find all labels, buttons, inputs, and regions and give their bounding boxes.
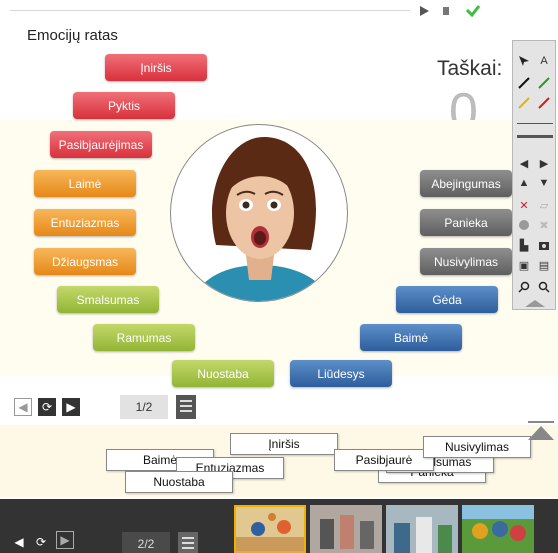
emotion-button-geda[interactable]: Gėda bbox=[396, 286, 498, 313]
emotion-button-entuziazmas[interactable]: Entuziazmas bbox=[34, 209, 136, 236]
emotion-button-nusivylimas[interactable]: Nusivylimas bbox=[420, 248, 512, 275]
zoom-out-icon[interactable] bbox=[535, 279, 553, 295]
emotion-button-baime[interactable]: Baimė bbox=[360, 324, 462, 351]
eraser-icon[interactable]: ▱ bbox=[535, 197, 553, 213]
check-icon[interactable] bbox=[465, 4, 481, 18]
thumbnail-students[interactable] bbox=[386, 505, 458, 553]
thumbnail-basketball[interactable] bbox=[234, 505, 306, 553]
previous-page-button[interactable]: ◀ bbox=[14, 398, 32, 416]
top-divider bbox=[10, 10, 410, 11]
thick-line-icon[interactable] bbox=[517, 135, 553, 138]
answer-card[interactable]: Nusivylimas bbox=[423, 436, 531, 458]
answer-card[interactable]: Nuostaba bbox=[125, 471, 233, 493]
bottom-reload-icon[interactable]: ⟳ bbox=[32, 533, 50, 551]
arrow-left-icon[interactable]: ◀ bbox=[515, 155, 533, 171]
emotion-button-pasibjaurejimas[interactable]: Pasibjaurėjimas bbox=[50, 131, 152, 158]
clear-icon[interactable]: ✖ bbox=[535, 217, 553, 233]
emotion-button-panieka[interactable]: Panieka bbox=[420, 209, 512, 236]
thumbnail-outdoor-group[interactable] bbox=[462, 505, 534, 553]
page-indicator: 1/2 bbox=[120, 395, 168, 419]
emotion-button-pyktis[interactable]: Pyktis bbox=[73, 92, 175, 119]
arrow-down-icon[interactable]: ▼ bbox=[535, 175, 553, 191]
answer-card[interactable]: Įniršis bbox=[230, 433, 338, 455]
surprised-face-photo bbox=[170, 124, 348, 302]
text-tool-button[interactable]: A bbox=[535, 53, 553, 69]
emotion-button-dziaugsmas[interactable]: Džiaugsmas bbox=[34, 248, 136, 275]
page-list-icon[interactable] bbox=[176, 395, 196, 419]
answer-card[interactable]: Pasibjaurė bbox=[334, 449, 434, 471]
emotion-button-smalsumas[interactable]: Smalsumas bbox=[57, 286, 159, 313]
bottom-page-list-icon[interactable] bbox=[178, 532, 198, 553]
zoom-in-icon[interactable] bbox=[515, 279, 533, 295]
emotion-button-nuostaba[interactable]: Nuostaba bbox=[172, 360, 274, 387]
delete-icon[interactable]: ✕ bbox=[515, 197, 533, 213]
next-page-button[interactable]: ▶ bbox=[62, 398, 80, 416]
collapse-strip-icon[interactable] bbox=[524, 420, 558, 444]
tool-palette: A ◀ ▶ ▲ ▼ ✕ ▱ ✖ ▙ ▣ ▤ bbox=[512, 40, 556, 310]
thumbnail-classroom[interactable] bbox=[310, 505, 382, 553]
bottom-next-button[interactable]: ▶ bbox=[56, 531, 74, 549]
arrow-right-icon[interactable]: ▶ bbox=[535, 155, 553, 171]
pen-green-icon[interactable] bbox=[535, 75, 553, 91]
emotion-button-ramumas[interactable]: Ramumas bbox=[93, 324, 195, 351]
pen-black-icon[interactable] bbox=[515, 75, 533, 91]
reload-icon[interactable]: ⟳ bbox=[38, 398, 56, 416]
image-icon[interactable]: ▣ bbox=[515, 257, 533, 273]
pen-yellow-icon[interactable] bbox=[515, 95, 533, 111]
emotion-button-abejingumas[interactable]: Abejingumas bbox=[420, 170, 512, 197]
emotion-button-liudesys[interactable]: Liūdesys bbox=[290, 360, 392, 387]
document-icon[interactable]: ▤ bbox=[535, 257, 553, 273]
color-circle-icon[interactable] bbox=[515, 217, 533, 233]
arrow-up-icon[interactable]: ▲ bbox=[515, 175, 533, 191]
collapse-palette-icon[interactable] bbox=[523, 295, 547, 311]
emotion-button-laime[interactable]: Laimė bbox=[34, 170, 136, 197]
stop-icon[interactable] bbox=[440, 4, 452, 16]
score-label: Taškai: bbox=[437, 57, 503, 80]
thin-line-icon[interactable] bbox=[517, 123, 553, 124]
emotion-button-inirsis[interactable]: Įniršis bbox=[105, 54, 207, 81]
camera-icon[interactable] bbox=[535, 237, 553, 253]
bottom-prev-button[interactable]: ◀ bbox=[10, 533, 28, 551]
pointer-icon[interactable] bbox=[515, 53, 533, 69]
pen-red-icon[interactable] bbox=[535, 95, 553, 111]
play-icon[interactable] bbox=[418, 4, 430, 16]
bottom-page-indicator: 2/2 bbox=[122, 532, 170, 553]
page-title: Emocijų ratas bbox=[27, 27, 118, 44]
bucket-icon[interactable]: ▙ bbox=[515, 237, 533, 253]
